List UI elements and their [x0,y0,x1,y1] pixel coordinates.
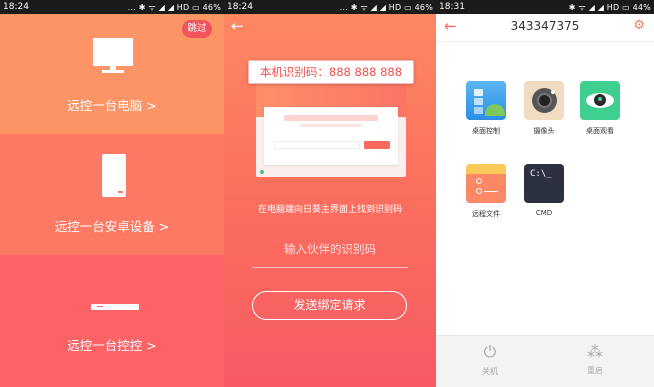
desktop-control-icon [466,81,506,120]
tile-cmd[interactable]: C:\_ CMD [524,164,564,217]
status-bar: 18:24 ... ✱ ᯤ ◢ ◢ HD ▭ 46% [224,0,436,14]
back-arrow-icon[interactable]: ← [231,17,244,35]
tile-remote-file[interactable]: 远程文件 [466,164,506,219]
power-bar: ⏻ 关机 ⁂ 重启 [436,335,654,387]
status-time: 18:24 [3,2,29,12]
restart-icon: ⁂ [587,342,603,361]
shutdown-button[interactable]: ⏻ 关机 [470,342,510,377]
phone-icon [102,154,126,197]
remote-computer-label: 远控一台电脑 > [67,98,157,113]
identification-code-callout: 本机识别码：888 888 888 [248,60,414,84]
send-bind-request-button[interactable]: 发送绑定请求 [252,291,407,320]
hint-text: 在电脑端向日葵主界面上找到识别码 [257,205,402,215]
status-bar: 18:24 ... ✱ ᯤ ◢ ◢ HD ▭ 46% [0,0,224,14]
tile-label: 桌面控制 [472,127,500,135]
status-indicators: ... ✱ ᯤ ◢ ◢ HD ▭ 46% [339,2,433,12]
desktop-view-icon [580,81,620,120]
background [224,0,436,387]
device-id-title: 343347375 [510,19,580,33]
device-choice-panel: 18:24 ... ✱ ᯤ ◢ ◢ HD ▭ 46% 跳过 远控一台电脑 > 远… [0,0,224,387]
cmd-icon: C:\_ [524,164,564,203]
skip-button[interactable]: 跳过 [182,20,212,38]
tile-label: 桌面观看 [586,127,614,135]
tile-label: 远程文件 [472,210,500,218]
remote-android-label: 远控一台安卓设备 > [54,219,170,234]
tile-label: 摄像头 [533,127,555,135]
header-bar: ← 343347375 ⚙ [436,14,654,42]
camera-icon [524,81,564,120]
tile-camera[interactable]: 摄像头 [524,81,564,136]
restart-button[interactable]: ⁂ 重启 [575,342,615,376]
restart-label: 重启 [587,366,603,375]
desktop-app-illustration [256,83,406,177]
status-time: 18:31 [439,2,465,12]
monitor-icon [93,38,133,80]
status-bar: 18:31 ✱ ᯤ ◢ ◢ HD ▭ 44% [436,0,654,14]
power-icon: ⏻ [483,342,497,361]
status-indicators: ✱ ᯤ ◢ ◢ HD ▭ 44% [568,2,651,12]
remote-box-option[interactable]: 远控一台控控 > [0,255,224,387]
tile-desktop-control[interactable]: 桌面控制 [466,81,506,136]
bind-device-panel: 18:24 ... ✱ ᯤ ◢ ◢ HD ▭ 46% ← 本机识别码：888 8… [224,0,436,387]
remote-box-icon [91,304,139,310]
device-control-panel: 18:31 ✱ ᯤ ◢ ◢ HD ▭ 44% ← 343347375 ⚙ 桌面控… [436,0,654,387]
gear-icon[interactable]: ⚙ [633,18,645,33]
tile-desktop-view[interactable]: 桌面观看 [580,81,620,136]
shutdown-label: 关机 [482,367,498,376]
tile-label: CMD [535,209,553,217]
status-indicators: ... ✱ ᯤ ◢ ◢ HD ▭ 46% [127,2,221,12]
partner-code-input[interactable]: 输入伙伴的识别码 [252,238,408,268]
status-time: 18:24 [227,2,253,12]
function-grid: 桌面控制 摄像头 桌面观看 远程文件 C:\_ CMD [436,42,654,335]
remote-box-label: 远控一台控控 > [67,338,157,353]
remote-file-icon [466,164,506,203]
remote-android-option[interactable]: 远控一台安卓设备 > [0,134,224,255]
